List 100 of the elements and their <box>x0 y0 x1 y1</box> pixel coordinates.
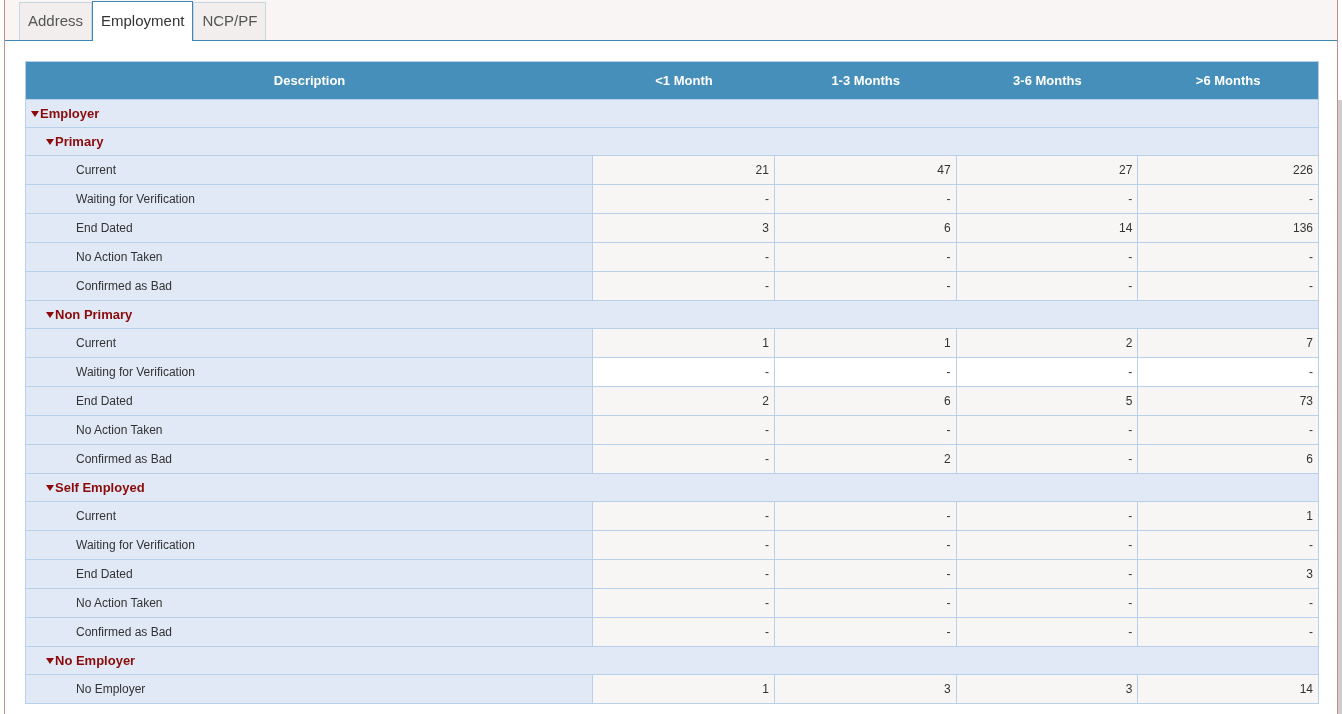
table-cell: - <box>593 272 775 300</box>
column-header: 1-3 Months <box>830 71 901 90</box>
table-cell: - <box>956 272 1139 300</box>
table-cell: 2 <box>593 387 775 415</box>
group-row[interactable]: Primary <box>26 127 1318 155</box>
row-label: Current <box>26 502 594 530</box>
scrollbar[interactable] <box>1338 100 1342 714</box>
table-cell: 3 <box>956 675 1139 703</box>
row-label: Current <box>26 156 594 184</box>
row-label: Confirmed as Bad <box>26 618 594 646</box>
table-cell: - <box>593 185 775 213</box>
table-cell: - <box>1138 618 1319 646</box>
caret-down-icon[interactable] <box>31 110 39 117</box>
table-cell: - <box>774 243 957 271</box>
table-cell: 1 <box>593 675 775 703</box>
row-label: Waiting for Verification <box>26 358 594 386</box>
table-cell: 6 <box>1138 445 1319 473</box>
table-cell: - <box>774 531 957 559</box>
table-cell: - <box>593 618 775 646</box>
group-label: Employer <box>40 104 100 123</box>
row-label: End Dated <box>26 560 594 588</box>
table-cell: - <box>956 185 1139 213</box>
table-cell: 14 <box>1138 675 1319 703</box>
row-label: No Action Taken <box>26 416 594 444</box>
table-cell: - <box>593 589 775 617</box>
table-cell: - <box>774 589 957 617</box>
table-cell: 3 <box>774 675 957 703</box>
row-label: No Action Taken <box>26 243 594 271</box>
table-cell: - <box>774 618 957 646</box>
table-cell: - <box>956 243 1139 271</box>
table-cell: 136 <box>1138 214 1319 242</box>
table-cell: - <box>774 185 957 213</box>
table-cell: - <box>1138 185 1319 213</box>
table-cell: - <box>956 502 1139 530</box>
row-label: Confirmed as Bad <box>26 445 594 473</box>
tab[interactable]: NCP/PF <box>193 2 267 40</box>
table-cell: 2 <box>774 445 957 473</box>
caret-down-icon[interactable] <box>46 657 54 664</box>
table-cell: - <box>593 445 775 473</box>
table-cell: 226 <box>1138 156 1319 184</box>
column-header: <1 Month <box>654 71 714 90</box>
row-label: Confirmed as Bad <box>26 272 594 300</box>
row-label: Waiting for Verification <box>26 531 594 559</box>
group-row[interactable]: Non Primary <box>26 300 1318 328</box>
group-label: Non Primary <box>55 305 133 324</box>
group-label: Primary <box>55 132 104 151</box>
table-cell: - <box>956 531 1139 559</box>
caret-down-icon[interactable] <box>46 311 54 318</box>
column-header: Description <box>272 71 347 90</box>
table-cell: - <box>774 502 957 530</box>
table-cell: 3 <box>1138 560 1319 588</box>
table-cell: 5 <box>956 387 1139 415</box>
table-cell: 1 <box>1138 502 1319 530</box>
table-cell: 73 <box>1138 387 1319 415</box>
table-cell: - <box>1138 272 1319 300</box>
table-cell: 14 <box>956 214 1139 242</box>
row-label: No Action Taken <box>26 589 594 617</box>
table-cell: 1 <box>593 329 775 357</box>
row-label: No Employer <box>26 675 594 703</box>
table-cell: - <box>774 416 957 444</box>
table-cell: 3 <box>593 214 775 242</box>
table-cell: 1 <box>774 329 957 357</box>
group-row[interactable]: No Employer <box>26 646 1318 674</box>
table-cell: 47 <box>774 156 957 184</box>
group-row[interactable]: Self Employed <box>26 473 1318 501</box>
table-cell: - <box>774 560 957 588</box>
table-cell: - <box>593 531 775 559</box>
table-cell: - <box>956 589 1139 617</box>
table-cell: - <box>1138 416 1319 444</box>
table-cell: - <box>956 416 1139 444</box>
table-cell: - <box>1138 531 1319 559</box>
table-cell: - <box>593 243 775 271</box>
table-cell: - <box>593 502 775 530</box>
group-label: No Employer <box>55 651 136 670</box>
caret-down-icon[interactable] <box>46 484 54 491</box>
row-label: End Dated <box>26 387 594 415</box>
row-label: Waiting for Verification <box>26 185 594 213</box>
column-header: >6 Months <box>1194 71 1262 90</box>
row-label: Current <box>26 329 594 357</box>
table-cell: - <box>1138 589 1319 617</box>
table-cell: - <box>593 416 775 444</box>
tab[interactable]: Employment <box>92 1 194 41</box>
tab[interactable]: Address <box>19 2 93 40</box>
group-row[interactable]: Employer <box>26 99 1318 127</box>
table-cell: - <box>774 272 957 300</box>
table-cell: 6 <box>774 214 957 242</box>
table-cell: 2 <box>956 329 1139 357</box>
table-cell: 27 <box>956 156 1139 184</box>
caret-down-icon[interactable] <box>46 138 54 145</box>
table-cell: - <box>956 618 1139 646</box>
table-cell: - <box>956 445 1139 473</box>
row-label: End Dated <box>26 214 594 242</box>
table-cell: 6 <box>774 387 957 415</box>
table-cell: 21 <box>593 156 775 184</box>
table-cell: 7 <box>1138 329 1319 357</box>
table-cell: - <box>956 560 1139 588</box>
group-label: Self Employed <box>55 478 145 497</box>
column-header: 3-6 Months <box>1012 71 1083 90</box>
table-cell: - <box>593 560 775 588</box>
table-cell: - <box>1138 243 1319 271</box>
